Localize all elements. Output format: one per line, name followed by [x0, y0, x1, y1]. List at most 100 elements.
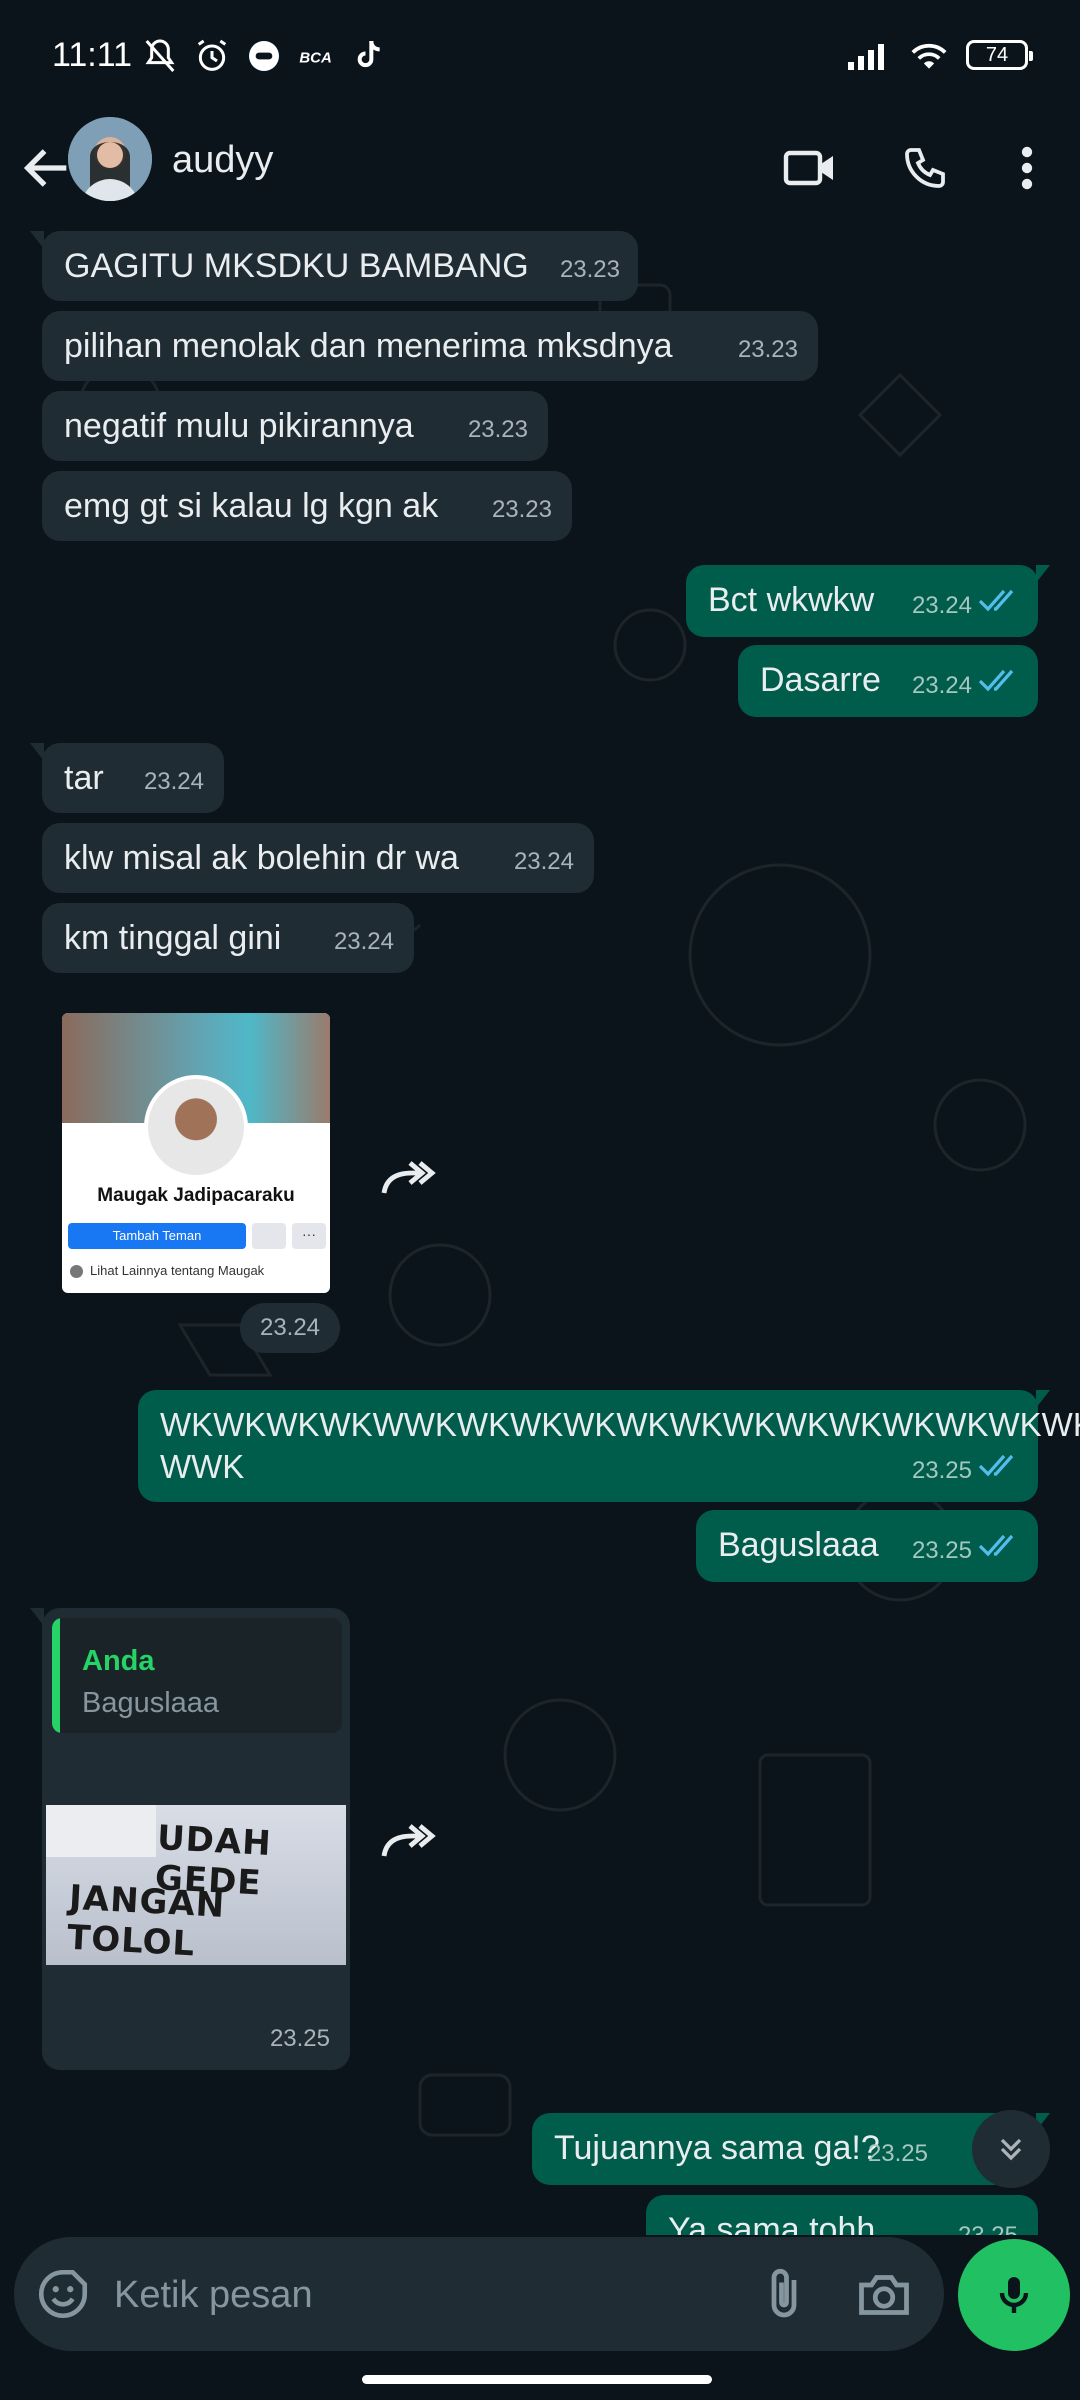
- scroll-to-bottom-button[interactable]: [972, 2110, 1050, 2188]
- message-time: 23.24: [911, 592, 972, 619]
- status-system-icons: 74: [848, 38, 1033, 72]
- forward-button[interactable]: [368, 1800, 448, 1880]
- message-input[interactable]: [114, 2267, 734, 2323]
- message-bubble-incoming[interactable]: emg gt si kalau lg kgn ak 23.23: [42, 471, 572, 541]
- image-profile-picture: [144, 1075, 248, 1179]
- sticker-paper-fold: [46, 1805, 156, 1857]
- image-message[interactable]: Maugak Jadipacaraku Tambah Teman ··· Lih…: [62, 1013, 330, 1293]
- message-text: emg gt si kalau lg kgn ak: [64, 487, 439, 525]
- message-text: Baguslaaa: [718, 1526, 879, 1564]
- message-bubble-outgoing[interactable]: Dasarre 23.24: [738, 645, 1038, 717]
- status-notification-icons: BCA: [140, 36, 388, 76]
- message-text: Bct wkwkw: [708, 581, 875, 619]
- message-composer: [14, 2237, 944, 2351]
- image-add-friend-label: Tambah Teman: [68, 1223, 246, 1249]
- image-profile-name: Maugak Jadipacaraku: [97, 1185, 295, 1206]
- app-notification-icon: [249, 41, 279, 71]
- message-text: pilihan menolak dan menerima mksdnya: [64, 327, 673, 365]
- message-bubble-outgoing[interactable]: WKWKWKWKWWKWKWKWKWKWKWKWKWKWKWKWKWK WWK …: [138, 1390, 1080, 1502]
- mic-icon: [999, 2277, 1029, 2313]
- camera-icon[interactable]: [854, 2265, 914, 2325]
- message-meta: 23.24: [912, 585, 1018, 627]
- message-meta: 23.24: [912, 665, 1018, 707]
- message-bubble-incoming[interactable]: pilihan menolak dan menerima mksdnya 23.…: [42, 311, 818, 381]
- message-bubble-outgoing[interactable]: Tujuannya sama ga!? 23.25: [532, 2113, 1050, 2185]
- alarm-icon: [197, 39, 227, 71]
- message-time: 23.23: [737, 336, 798, 363]
- message-meta: 23.25: [912, 1530, 1018, 1572]
- chat-header: audyy: [0, 115, 1080, 225]
- message-time: 23.23: [467, 416, 528, 443]
- emoji-icon[interactable]: [34, 2265, 92, 2323]
- message-bubble-incoming[interactable]: GAGITU MKSDKU BAMBANG 23.23: [30, 231, 638, 301]
- message-text: negatif mulu pikirannya: [64, 407, 414, 445]
- sticker-text-line2: JANGAN TOLOL: [66, 1877, 227, 1965]
- mute-bell-icon: [145, 39, 175, 72]
- scroll-down-icon: [1000, 2138, 1022, 2161]
- image-messenger-icon: [252, 1223, 286, 1249]
- video-call-button[interactable]: [775, 133, 845, 203]
- message-time: 23.24: [143, 768, 204, 795]
- message-bubble-incoming[interactable]: km tinggal gini 23.24: [42, 903, 414, 973]
- message-bubble-outgoing[interactable]: Bct wkwkw 23.24: [686, 565, 1050, 637]
- status-bar: 11:11 BCA 74: [0, 0, 1080, 115]
- message-bubble-incoming[interactable]: klw misal ak bolehin dr wa 23.24: [42, 823, 594, 893]
- message-meta: 23.25: [912, 1450, 1018, 1492]
- message-time: 23.24: [513, 848, 574, 875]
- image-more-label: ···: [292, 1223, 326, 1249]
- wifi-icon: [911, 44, 947, 69]
- image-time: 23.24: [240, 1303, 340, 1353]
- back-arrow-icon[interactable]: [18, 139, 76, 197]
- video-call-icon: [783, 150, 833, 186]
- message-bubble-outgoing[interactable]: Ya sama tohh 23.25: [646, 2195, 1038, 2235]
- forward-icon: [381, 1824, 436, 1857]
- image-see-more-label: Lihat Lainnya tentang Maugak: [90, 1263, 265, 1278]
- message-text: Ya sama tohh: [668, 2211, 876, 2235]
- bank-app-icon: BCA: [299, 50, 332, 67]
- message-time: 23.24: [333, 928, 394, 955]
- home-indicator[interactable]: [362, 2375, 712, 2384]
- chat-area[interactable]: GAGITU MKSDKU BAMBANG 23.23 pilihan meno…: [0, 225, 1080, 2235]
- message-text: GAGITU MKSDKU BAMBANG: [64, 247, 529, 285]
- message-bubble-incoming[interactable]: negatif mulu pikirannya 23.23: [42, 391, 548, 461]
- battery-indicator: 74: [966, 40, 1033, 70]
- message-bubble-incoming[interactable]: tar 23.24: [30, 743, 224, 813]
- image-info-icon: [70, 1265, 83, 1278]
- tiktok-icon: [357, 40, 380, 68]
- voice-call-button[interactable]: [890, 133, 960, 203]
- forward-button[interactable]: [368, 1137, 448, 1217]
- message-text: Dasarre: [760, 661, 881, 699]
- message-text: km tinggal gini: [64, 919, 282, 957]
- avatar[interactable]: [68, 117, 152, 201]
- double-check-icon: [978, 665, 1018, 707]
- more-options-button[interactable]: [992, 133, 1062, 203]
- more-vert-icon: [1021, 146, 1033, 190]
- message-time: 23.24: [911, 672, 972, 699]
- message-time: 23.25: [911, 1457, 972, 1484]
- forward-icon: [381, 1161, 436, 1194]
- quoted-text: Baguslaaa: [82, 1687, 220, 1719]
- message-time: 23.25: [867, 2140, 928, 2167]
- attach-icon[interactable]: [754, 2265, 814, 2325]
- message-time: 23.23: [491, 496, 552, 523]
- signal-icon: [848, 44, 884, 70]
- message-text: Tujuannya sama ga!?: [554, 2129, 880, 2167]
- voice-record-button[interactable]: [958, 2239, 1070, 2351]
- message-bubble-outgoing[interactable]: Baguslaaa 23.25: [696, 1510, 1038, 1582]
- message-time: 23.25: [958, 2215, 1018, 2235]
- sticker-image[interactable]: UDAH GEDE JANGAN TOLOL: [46, 1805, 346, 1965]
- quoted-message[interactable]: Anda Baguslaaa: [52, 1618, 342, 1733]
- message-time: 23.23: [559, 256, 620, 283]
- message-text: klw misal ak bolehin dr wa: [64, 839, 459, 877]
- phone-icon: [905, 148, 945, 188]
- svg-text:BCA: BCA: [299, 50, 332, 67]
- double-check-icon: [978, 1530, 1018, 1572]
- double-check-icon: [978, 1450, 1018, 1492]
- quoted-author: Anda: [82, 1645, 155, 1677]
- contact-name[interactable]: audyy: [172, 139, 273, 182]
- quote-accent-bar: [52, 1618, 60, 1733]
- double-check-icon: [978, 585, 1018, 627]
- message-time: 23.25: [911, 1537, 972, 1564]
- message-time: 23.25: [269, 2025, 330, 2052]
- status-time: 11:11: [52, 36, 133, 74]
